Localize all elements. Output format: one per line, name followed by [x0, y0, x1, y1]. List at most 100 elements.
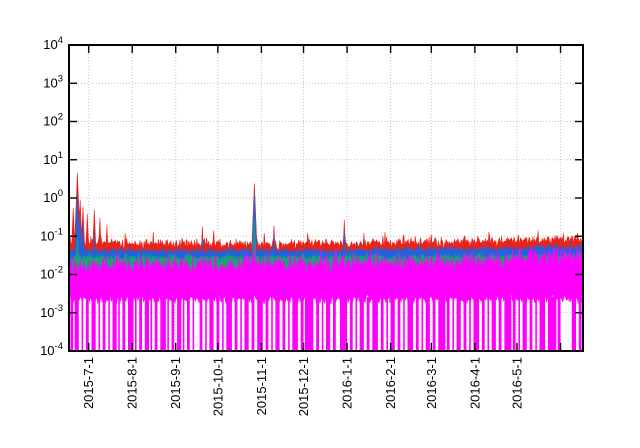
dropout-bar — [82, 297, 84, 351]
chart-canvas: 10410310210110010-110-210-310-4 2015-7-1 2… — [0, 0, 640, 448]
dropout-bar — [523, 297, 527, 351]
dropout-bar — [160, 297, 166, 351]
dropout-bar — [333, 297, 336, 351]
x-tick-label: 2015-10-1 — [210, 357, 225, 416]
dropout-bars — [70, 297, 581, 351]
dropout-bar — [572, 297, 576, 351]
dropout-bar — [301, 297, 304, 351]
x-tick-label: 2015-12-1 — [296, 357, 311, 416]
dropout-bar — [151, 297, 153, 351]
x-tick-label: 2016-3-1 — [424, 357, 439, 409]
dropout-bar — [350, 297, 353, 351]
y-tick-labels: 10410310210110010-110-210-310-4 — [40, 35, 63, 358]
dropout-bar — [113, 297, 117, 351]
dropout-bar — [535, 297, 537, 351]
x-tick-label: 2015-8-1 — [125, 357, 140, 409]
dropout-bar — [398, 297, 401, 351]
dropout-bar — [326, 297, 330, 351]
x-tick-label: 2016-1-1 — [340, 357, 355, 409]
dropout-bar — [381, 297, 384, 351]
dropout-bar — [367, 297, 370, 351]
dropout-bar — [222, 297, 224, 351]
dropout-bar — [391, 297, 395, 351]
dropout-bar — [422, 297, 424, 351]
dropout-bar — [488, 297, 490, 351]
dropout-bar — [403, 297, 405, 351]
dropout-bar — [474, 297, 480, 351]
x-tick-label: 2016-5-1 — [510, 357, 525, 409]
dropout-bar — [416, 297, 419, 351]
dropout-bar — [464, 297, 467, 351]
dropout-bar — [193, 297, 195, 351]
dropout-bar — [579, 297, 582, 351]
dropout-bar — [145, 297, 149, 351]
dropout-bar — [205, 297, 207, 351]
dropout-bar — [360, 297, 364, 351]
dropout-bar — [356, 297, 358, 351]
dropout-bar — [122, 297, 125, 351]
dropout-bar — [499, 297, 502, 351]
dropout-bar — [118, 297, 120, 351]
x-tick-label: 2016-2-1 — [383, 357, 398, 409]
dropout-bar — [504, 297, 511, 351]
dropout-bar — [518, 297, 520, 351]
dropout-bar — [438, 297, 445, 351]
dropout-bar — [530, 297, 533, 351]
dropout-bar — [139, 297, 142, 351]
dropout-bar — [426, 297, 430, 351]
dropout-bar — [558, 297, 561, 351]
dropout-bar — [240, 297, 242, 351]
dropout-bar — [70, 297, 73, 351]
x-tick-label: 2016-4-1 — [467, 357, 482, 409]
dropout-bar — [340, 297, 347, 351]
dropout-bar — [217, 297, 220, 351]
x-tick-label: 2015-9-1 — [168, 357, 183, 409]
dropout-bar — [155, 297, 158, 351]
dropout-bar — [540, 297, 546, 351]
x-tick-label: 2015-11-1 — [254, 357, 269, 415]
dropout-bar — [408, 297, 414, 351]
dropout-bar — [226, 297, 232, 351]
dropout-bar — [135, 297, 137, 351]
dropout-bar — [283, 297, 286, 351]
dropout-bar — [288, 297, 290, 351]
dropout-bar — [316, 297, 319, 351]
dropout-bar — [108, 297, 110, 351]
dropout-bar — [75, 297, 79, 351]
dropout-bar — [275, 297, 279, 351]
dropout-bar — [482, 297, 485, 351]
dropout-bar — [271, 297, 273, 351]
dropout-bar — [457, 297, 461, 351]
dropout-bar — [322, 297, 324, 351]
dropout-bar — [469, 297, 471, 351]
x-tick-label: 2015-7-1 — [81, 357, 96, 409]
dropout-bar — [372, 297, 378, 351]
dropout-bar — [200, 297, 203, 351]
dropout-bar — [245, 297, 249, 351]
dropout-bar — [187, 297, 190, 351]
dropout-bar — [92, 297, 96, 351]
dropout-bar — [266, 297, 269, 351]
dropout-bar — [386, 297, 388, 351]
plot-window: /data/run/goesPlots/archive/2016-06-15/f… — [0, 0, 640, 448]
dropout-bar — [235, 297, 238, 351]
dropout-bar — [172, 297, 175, 351]
dropout-bar — [99, 297, 101, 351]
dropout-bar — [548, 297, 556, 351]
dropout-bar — [305, 297, 313, 351]
dropout-bar — [513, 297, 516, 351]
dropout-bar — [492, 297, 496, 351]
dropout-bar — [452, 297, 454, 351]
dropout-bar — [292, 297, 298, 351]
dropout-bar — [167, 297, 169, 351]
dropout-bar — [128, 297, 134, 351]
dropout-bar — [447, 297, 450, 351]
dropout-bar — [433, 297, 436, 351]
dropout-bar — [209, 297, 213, 351]
dropout-bar — [183, 297, 185, 351]
dropout-bar — [252, 297, 255, 351]
dropout-bar — [177, 297, 181, 351]
dropout-bar — [103, 297, 106, 351]
dropout-bar — [86, 297, 89, 351]
dropout-bar — [257, 297, 263, 351]
